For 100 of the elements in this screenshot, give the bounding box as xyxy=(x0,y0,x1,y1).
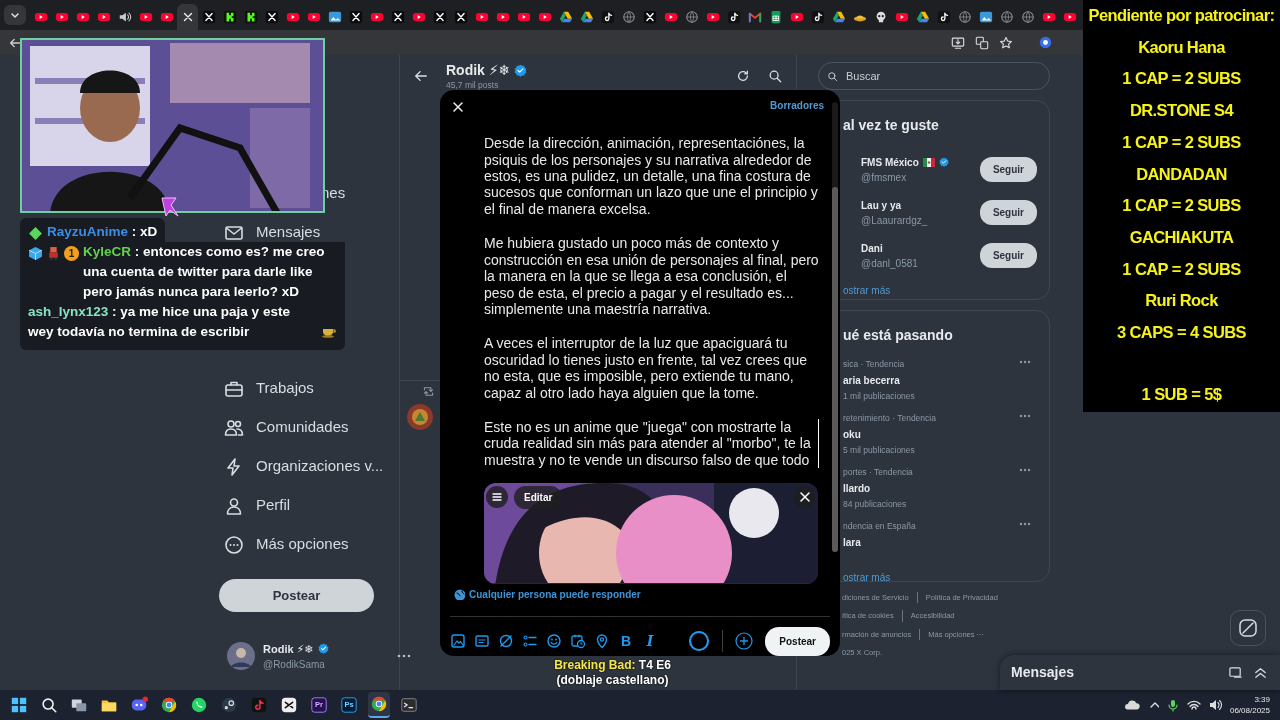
episode-label: T4 E6 xyxy=(638,658,671,672)
show-more-link[interactable]: ostrar más xyxy=(843,570,1037,585)
user-handle: @danl_0581 xyxy=(861,256,918,271)
chat-message: ash_lynx123 : ya me hice una paja y este wey todavía no termina de escribir xyxy=(28,303,291,341)
star-icon[interactable] xyxy=(999,35,1013,50)
sponsor-text: 1 CAP = 2 SUBS xyxy=(1122,258,1241,280)
close-icon[interactable] xyxy=(451,99,463,112)
cross-logo-icon xyxy=(264,10,279,24)
section-heading: al vez te guste xyxy=(843,116,940,135)
messages-drawer[interactable]: Mensajes xyxy=(1000,655,1280,690)
coin-badge: 1 xyxy=(64,246,79,261)
more-dots-icon[interactable] xyxy=(1019,414,1031,418)
more-dots-icon[interactable] xyxy=(1019,522,1031,526)
toolbar-button[interactable] xyxy=(546,633,562,650)
more-dots-icon[interactable] xyxy=(1019,468,1031,472)
chevrons-up-icon[interactable] xyxy=(1253,665,1268,680)
envelope-icon xyxy=(747,10,762,24)
scrollbar-thumb[interactable] xyxy=(832,187,838,552)
follow-button[interactable]: Seguir xyxy=(979,243,1037,268)
phone-bubble-icon xyxy=(190,696,208,714)
sponsor-text: Kaoru Hana xyxy=(1138,36,1225,58)
video-icon xyxy=(285,10,300,24)
trend-name[interactable]: lara xyxy=(843,534,861,550)
nav-link[interactable]: Más opciones xyxy=(256,533,349,556)
post-text[interactable]: Este no es un anime que "juega" con mostrarte la cruda realidad sin más para atender al "morbo", te la muestra y no te vende un discurso falso de que todo xyxy=(484,418,819,469)
note-icon xyxy=(600,10,615,24)
volume-icon[interactable] xyxy=(1208,699,1222,711)
toolbar-button[interactable] xyxy=(570,633,586,650)
trend-context: retenimiento · Tendencia xyxy=(843,412,936,425)
microphone-icon[interactable] xyxy=(1166,698,1179,712)
follow-button[interactable]: Seguir xyxy=(979,200,1037,225)
install-icon[interactable] xyxy=(951,35,965,50)
user-name: Lau y ya xyxy=(861,198,902,213)
italic-button[interactable]: I xyxy=(642,633,658,650)
show-more-link[interactable]: ostrar más xyxy=(843,283,1037,298)
triangle-logo-icon xyxy=(831,10,846,24)
nav-link[interactable]: Mensajes xyxy=(256,221,321,244)
post-button[interactable]: Postear xyxy=(765,627,830,656)
cross-logo-icon xyxy=(390,10,405,24)
more-dots-icon[interactable] xyxy=(1019,360,1031,364)
video-icon xyxy=(894,10,909,24)
translate-icon[interactable] xyxy=(975,35,989,50)
nav-link[interactable]: Trabajos xyxy=(256,377,314,400)
emblem-icon xyxy=(160,196,180,218)
grok-button[interactable] xyxy=(1230,610,1266,646)
browser-icon xyxy=(370,695,388,713)
search-field[interactable]: Buscar xyxy=(844,66,1049,86)
slashed-circle-icon xyxy=(498,633,514,650)
browser-tab[interactable] xyxy=(177,4,198,30)
trend-name[interactable]: aria becerra xyxy=(843,372,900,388)
cross-logo-icon xyxy=(432,10,447,24)
add-icon[interactable] xyxy=(735,632,754,651)
post-count: 45,7 mil posts xyxy=(446,79,500,92)
toolbar-button[interactable] xyxy=(474,633,490,650)
trend-context: portes · Tendencia xyxy=(843,466,913,479)
tab-list-button[interactable] xyxy=(4,5,26,25)
post-text[interactable]: Desde la dirección, animación, representaciónes, la psiquis de los personajes y su narrativa alrededor de estos, es una pulidez, un detalle, una fina costura de sucesos que conforman un lazo que une el principio y el final de manera excelsa. xyxy=(484,135,819,218)
nav-link[interactable]: Comunidades xyxy=(256,416,349,439)
search-icon[interactable] xyxy=(768,69,782,83)
nav-link[interactable]: Organizaciones v... xyxy=(256,455,384,478)
image-icon xyxy=(327,10,342,24)
trend-post-count: 84 publicaciones xyxy=(843,497,907,511)
compose-message-icon[interactable] xyxy=(1228,665,1243,680)
video-editor-icon xyxy=(310,696,328,714)
chevron-up-icon[interactable] xyxy=(1148,700,1159,710)
sponsor-text: DANDADAN xyxy=(1136,163,1227,185)
bold-button[interactable]: B xyxy=(618,633,634,650)
image-icon xyxy=(450,633,466,650)
post-text[interactable]: Me hubiera gustado un poco más de contexto y construcción en esa unión de personajes al final, pero la manera en la que se llega a esa conclusión, el peso de esta, el precio a pagar y el resultado es... simplemente una maestría narrativa. xyxy=(484,235,819,318)
circle-app-icon xyxy=(220,696,238,714)
more-dots-icon[interactable] xyxy=(396,653,411,660)
video-icon xyxy=(369,10,384,24)
video-icon xyxy=(1062,10,1077,24)
chat-message: RayzuAnime : xD xyxy=(47,223,158,241)
clock-date[interactable]: 06/08/2025 xyxy=(1229,705,1270,716)
user-handle: @fmsmex xyxy=(861,170,908,185)
toolbar-button[interactable] xyxy=(498,633,514,650)
reply-setting-link[interactable]: Cualquier persona puede responder xyxy=(469,587,641,602)
toolbar-button[interactable] xyxy=(594,633,610,650)
wifi-icon[interactable] xyxy=(1186,699,1201,711)
drafts-button[interactable]: Borradores xyxy=(764,97,830,115)
clock-time[interactable]: 3:39 xyxy=(1254,694,1270,705)
trend-context: sica · Tendencia xyxy=(843,358,905,371)
extension-icon[interactable] xyxy=(1039,36,1052,49)
follow-button[interactable]: Seguir xyxy=(979,157,1037,182)
taskbar-button[interactable] xyxy=(368,692,390,718)
trend-name[interactable]: llardo xyxy=(843,480,871,496)
post-button[interactable]: Postear xyxy=(219,579,374,612)
terminal-icon xyxy=(400,696,418,714)
back-arrow-icon[interactable] xyxy=(414,69,428,83)
image-editor-icon xyxy=(340,696,358,714)
refresh-icon[interactable] xyxy=(736,69,750,83)
post-text[interactable]: A veces el interruptor de la luz que apaciguará tu oscuridad lo tienes justo en frente, tal vez crees que no esta, que es imposible, pero extiende tu mano, capaz al otro lado haya alguien que la tome. xyxy=(484,335,819,401)
toolbar-button[interactable] xyxy=(450,633,466,650)
nav-link[interactable]: Perfil xyxy=(256,494,291,517)
toolbar-button[interactable] xyxy=(522,633,538,650)
account-name: Rodik ⚡❄ xyxy=(263,641,314,657)
trend-name[interactable]: oku xyxy=(843,426,861,442)
avatar xyxy=(227,642,255,671)
video-icon xyxy=(75,10,90,24)
